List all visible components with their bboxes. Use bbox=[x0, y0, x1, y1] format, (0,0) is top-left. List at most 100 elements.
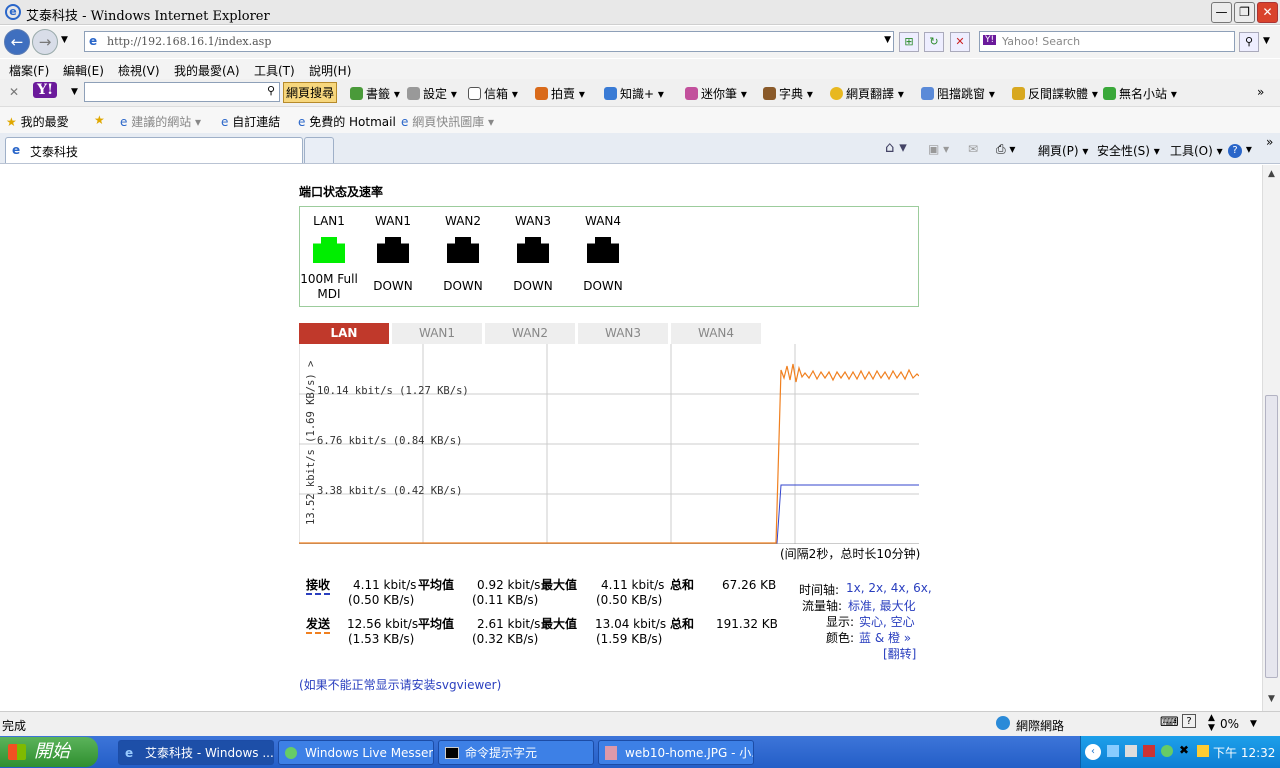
close-button[interactable]: ✕ bbox=[1257, 2, 1278, 23]
knowledge-button[interactable]: 知識+ ▾ bbox=[604, 85, 664, 102]
wan4-status: DOWN bbox=[583, 279, 623, 293]
menu-favorites[interactable]: 我的最愛(A) bbox=[174, 62, 240, 79]
tab-title: 艾泰科技 bbox=[30, 145, 79, 159]
menu-help[interactable]: 說明(H) bbox=[309, 62, 351, 79]
command-overflow-icon[interactable]: » bbox=[1266, 135, 1273, 149]
menu-tools[interactable]: 工具(T) bbox=[254, 62, 295, 79]
search-go-icon[interactable]: ⚲ bbox=[1239, 32, 1259, 52]
fav-web-slice[interactable]: e 網頁快訊圖庫 ▾ bbox=[401, 113, 494, 130]
scroll-thumb[interactable] bbox=[1265, 395, 1278, 678]
rx-avg-label: 平均值 bbox=[418, 578, 455, 592]
history-dropdown-icon[interactable]: ▼ bbox=[61, 35, 68, 45]
wretch-button[interactable]: 無名小站 ▾ bbox=[1103, 85, 1177, 102]
refresh-button[interactable]: ↻ bbox=[924, 32, 944, 52]
messenger-icon bbox=[285, 747, 297, 759]
tab-current[interactable]: e 艾泰科技 bbox=[5, 137, 303, 163]
graph-tab-wan3[interactable]: WAN3 bbox=[578, 323, 668, 344]
tools-menu[interactable]: 工具(O) ▾ bbox=[1170, 142, 1223, 159]
add-favorite-icon[interactable]: ★ bbox=[94, 113, 105, 127]
yahoo-logo-icon[interactable]: Y! bbox=[33, 82, 58, 98]
time-axis-options[interactable]: 1x, 2x, 4x, 6x, bbox=[846, 581, 932, 595]
bookmarks-button[interactable]: 書籤 ▾ bbox=[350, 85, 400, 102]
search-field[interactable]: Y! Yahoo! Search bbox=[979, 31, 1235, 52]
display-options[interactable]: 实心, 空心 bbox=[859, 613, 915, 630]
zoom-dropdown-icon[interactable]: ▼ bbox=[1250, 719, 1257, 729]
rx-max-bytes: (0.50 KB/s) bbox=[596, 593, 663, 607]
stop-button[interactable]: ✕ bbox=[950, 32, 970, 52]
dictionary-button[interactable]: 字典 ▾ bbox=[763, 85, 813, 102]
restore-button[interactable]: ❐ bbox=[1234, 2, 1255, 23]
graph-tab-lan[interactable]: LAN bbox=[299, 323, 389, 344]
fav-hotmail[interactable]: e 免費的 Hotmail bbox=[298, 113, 396, 130]
translate-button[interactable]: 網頁翻譯 ▾ bbox=[830, 85, 904, 102]
help-status-icon[interactable]: ? bbox=[1182, 714, 1196, 728]
toolbar-overflow-icon[interactable]: » bbox=[1257, 85, 1264, 99]
svgviewer-hint-link[interactable]: (如果不能正常显示请安装svgviewer) bbox=[299, 676, 501, 693]
feeds-icon[interactable]: ▣ ▾ bbox=[928, 142, 949, 156]
magnifier-icon[interactable]: ⚲ bbox=[267, 84, 275, 97]
new-tab-button[interactable] bbox=[304, 137, 334, 163]
power-tray-icon[interactable] bbox=[1197, 745, 1209, 757]
messenger-tray-icon[interactable] bbox=[1161, 745, 1173, 757]
security-tray-icon[interactable] bbox=[1143, 745, 1155, 757]
start-button[interactable]: 開始 bbox=[0, 737, 98, 767]
flow-axis-options[interactable]: 标准, 最大化 bbox=[848, 597, 916, 614]
scroll-down-icon[interactable]: ▼ bbox=[1265, 694, 1278, 708]
tools-menu-label: 工具(O) bbox=[1170, 144, 1213, 158]
volume-tray-icon[interactable] bbox=[1125, 745, 1137, 757]
page-menu[interactable]: 網頁(P) ▾ bbox=[1038, 142, 1088, 159]
antispy-button[interactable]: 反間諜軟體 ▾ bbox=[1012, 85, 1098, 102]
port-status-title: 端口状态及速率 bbox=[299, 185, 384, 199]
scroll-up-icon[interactable]: ▲ bbox=[1265, 169, 1278, 183]
help-icon[interactable]: ? ▾ bbox=[1228, 142, 1252, 158]
lan1-status: 100M Full MDI bbox=[300, 272, 358, 301]
home-icon[interactable]: ⌂ ▾ bbox=[885, 138, 907, 156]
favorites-button[interactable]: ★ 我的最愛 bbox=[6, 113, 69, 130]
bookmark-icon bbox=[350, 87, 363, 100]
tx-total: 191.32 KB bbox=[716, 617, 778, 631]
disconnected-tray-icon[interactable]: ✖ bbox=[1179, 743, 1189, 757]
menu-edit[interactable]: 編輯(E) bbox=[63, 62, 104, 79]
popup-blocker-button[interactable]: 阻擋跳窗 ▾ bbox=[921, 85, 995, 102]
settings-button[interactable]: 設定 ▾ bbox=[407, 85, 457, 102]
network-tray-icon[interactable] bbox=[1107, 745, 1119, 757]
task-ie[interactable]: e 艾泰科技 - Windows ... bbox=[118, 740, 274, 765]
page-icon: e bbox=[298, 115, 306, 129]
menu-view[interactable]: 檢視(V) bbox=[118, 62, 160, 79]
task-paint[interactable]: web10-home.JPG - 小... bbox=[598, 740, 754, 765]
toolbar-search-input[interactable]: ⚲ bbox=[84, 82, 280, 102]
graph-tab-wan4[interactable]: WAN4 bbox=[671, 323, 761, 344]
color-options[interactable]: 蓝 & 橙 » bbox=[859, 629, 911, 646]
vertical-scrollbar[interactable]: ▲ ▼ bbox=[1262, 165, 1280, 711]
flip-link[interactable]: [翻转] bbox=[883, 645, 916, 662]
menu-file[interactable]: 檔案(F) bbox=[9, 62, 49, 79]
task-messenger[interactable]: Windows Live Messen... bbox=[278, 740, 434, 765]
graph-tab-wan2[interactable]: WAN2 bbox=[485, 323, 575, 344]
search-options-icon[interactable]: ▼ bbox=[1263, 36, 1270, 46]
mail-button[interactable]: 信箱 ▾ bbox=[468, 85, 518, 102]
zoom-level[interactable]: 0% bbox=[1220, 717, 1239, 731]
read-mail-icon[interactable]: ✉ bbox=[968, 142, 978, 156]
print-icon[interactable]: ⎙ ▾ bbox=[996, 142, 1015, 157]
safety-menu[interactable]: 安全性(S) ▾ bbox=[1097, 142, 1160, 159]
web-search-button[interactable]: 網頁搜尋 bbox=[283, 82, 338, 103]
compat-view-button[interactable]: ⊞ bbox=[899, 32, 919, 52]
fav-custom-links[interactable]: e 自訂連結 bbox=[221, 113, 280, 130]
auction-button[interactable]: 拍賣 ▾ bbox=[535, 85, 585, 102]
forward-button[interactable]: → bbox=[32, 29, 58, 55]
back-button[interactable]: ← bbox=[4, 29, 30, 55]
fav-suggested-sites[interactable]: e 建議的網站 ▾ bbox=[120, 113, 201, 130]
graph-tab-wan1[interactable]: WAN1 bbox=[392, 323, 482, 344]
close-toolbar-icon[interactable]: ✕ bbox=[9, 85, 19, 99]
zoom-stepper-icon[interactable]: ▲ ▼ bbox=[1208, 713, 1215, 733]
knowledge-label: 知識+ bbox=[620, 87, 655, 101]
address-dropdown-icon[interactable]: ▼ bbox=[884, 35, 891, 45]
tray-expand-icon[interactable]: ‹ bbox=[1085, 744, 1101, 760]
task-cmd[interactable]: 命令提示字元 bbox=[438, 740, 594, 765]
minimize-button[interactable]: — bbox=[1211, 2, 1232, 23]
port-name: WAN3 bbox=[514, 214, 552, 228]
address-field[interactable]: e http://192.168.16.1/index.asp ▼ bbox=[84, 31, 894, 52]
mini-note-button[interactable]: 迷你筆 ▾ bbox=[685, 85, 747, 102]
color-label: 颜色: bbox=[826, 631, 855, 645]
yahoo-menu-icon[interactable]: ▼ bbox=[71, 87, 78, 97]
